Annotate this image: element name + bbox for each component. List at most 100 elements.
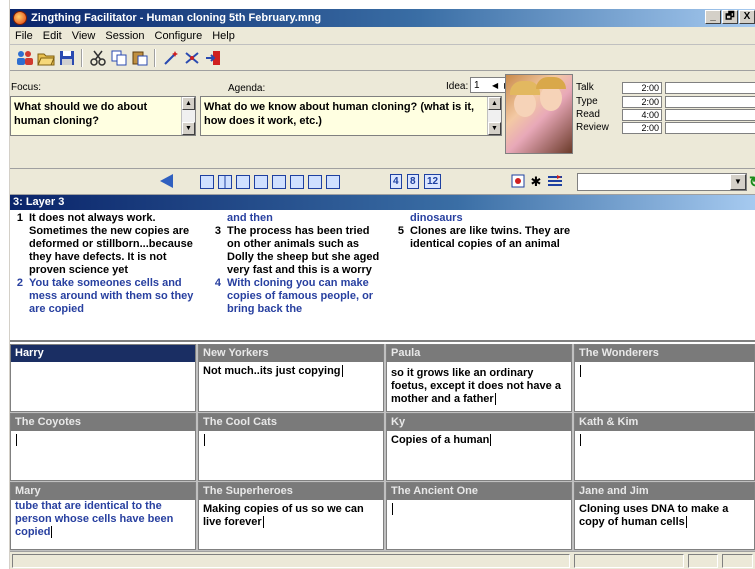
participant-name: Ky xyxy=(387,414,571,431)
idea-prev-arrow-icon[interactable]: ◀ xyxy=(489,81,501,90)
cut-icon[interactable] xyxy=(87,48,108,68)
participant-cell[interactable]: The Coyotes xyxy=(10,413,196,481)
menu-session[interactable]: Session xyxy=(100,30,149,42)
participant-text-wrap[interactable]: tube that are identical to the person wh… xyxy=(11,500,195,542)
menu-help[interactable]: Help xyxy=(207,30,240,42)
participant-text-wrap[interactable] xyxy=(11,431,195,450)
idea-text: With cloning you can make copies of famo… xyxy=(227,277,374,315)
open-icon[interactable] xyxy=(35,48,56,68)
back-arrow-icon[interactable] xyxy=(160,174,173,188)
idea-item[interactable]: 1 It does not always work. Sometimes the… xyxy=(14,212,199,277)
participant-text-wrap[interactable]: Not much..its just copying xyxy=(199,362,383,381)
status-panel xyxy=(722,554,753,568)
show-8-button[interactable]: 8 xyxy=(407,174,419,189)
exit-icon[interactable] xyxy=(202,48,223,68)
agenda-scrollbar[interactable]: ▲ ▼ xyxy=(487,97,501,135)
asterisk-icon[interactable]: ✱ xyxy=(528,174,544,190)
layout-2-icon[interactable] xyxy=(218,175,232,189)
menu-file[interactable]: File xyxy=(10,30,38,42)
participant-text[interactable] xyxy=(11,362,195,368)
layout-7-icon[interactable] xyxy=(308,175,322,189)
session-header: Focus: What should we do about human clo… xyxy=(10,71,755,169)
focus-textbox[interactable]: What should we do about human cloning? ▲… xyxy=(10,96,196,136)
layer-select[interactable]: ▼ xyxy=(577,173,747,191)
text-caret xyxy=(490,434,492,447)
scroll-up-arrow-icon[interactable]: ▲ xyxy=(182,97,195,110)
idea-item[interactable]: and then xyxy=(212,212,382,225)
show-12-button[interactable]: 12 xyxy=(424,174,442,189)
restore-button[interactable]: 🗗 xyxy=(722,10,738,24)
idea-item[interactable]: 5 Clones are like twins. They are identi… xyxy=(395,225,575,251)
participant-text: Not much..its just copying xyxy=(203,365,341,377)
timer-value[interactable]: 4:00 xyxy=(622,108,662,121)
idea-item[interactable]: dinosaurs xyxy=(395,212,575,225)
participant-cell[interactable]: The Wonderers xyxy=(574,344,755,412)
paste-icon[interactable] xyxy=(129,48,150,68)
text-caret xyxy=(392,503,393,516)
participant-text: Making copies of us so we can live forev… xyxy=(203,503,364,528)
participant-cell[interactable]: The Cool Cats xyxy=(198,413,384,481)
participant-text-wrap[interactable] xyxy=(575,362,754,381)
scroll-down-arrow-icon[interactable]: ▼ xyxy=(182,122,195,135)
menu-view[interactable]: View xyxy=(67,30,101,42)
idea-text: Clones are like twins. They are identica… xyxy=(410,225,571,250)
participant-name: New Yorkers xyxy=(199,345,383,362)
participant-text-wrap[interactable] xyxy=(199,431,383,450)
agenda-textbox[interactable]: What do we know about human cloning? (wh… xyxy=(200,96,502,136)
timer-value[interactable]: 2:00 xyxy=(622,121,662,134)
scroll-down-arrow-icon[interactable]: ▼ xyxy=(488,122,501,135)
participant-name: Jane and Jim xyxy=(575,483,754,500)
participant-text-wrap[interactable]: so it grows like an ordinary foetus, exc… xyxy=(387,362,571,409)
participant-text-wrap[interactable] xyxy=(575,431,754,450)
menu-edit[interactable]: Edit xyxy=(38,30,67,42)
participant-text-wrap[interactable]: Copies of a human xyxy=(387,431,571,450)
participant-name: The Cool Cats xyxy=(199,414,383,431)
idea-item[interactable]: 2 You take someones cells and mess aroun… xyxy=(14,277,199,316)
participant-cell[interactable]: Harry xyxy=(10,344,196,412)
idea-item[interactable]: 3 The process has been tried on other an… xyxy=(212,225,382,277)
participant-cell[interactable]: Ky Copies of a human xyxy=(386,413,572,481)
participant-cell[interactable]: Mary tube that are identical to the pers… xyxy=(10,482,196,550)
layout-5-icon[interactable] xyxy=(272,175,286,189)
timer-value[interactable]: 2:00 xyxy=(622,95,662,108)
participant-name: The Coyotes xyxy=(11,414,195,431)
timer-name: Review xyxy=(576,122,609,133)
layout-1-icon[interactable] xyxy=(200,175,214,189)
layout-8-icon[interactable] xyxy=(326,175,340,189)
menu-configure[interactable]: Configure xyxy=(150,30,208,42)
wand-icon[interactable] xyxy=(160,48,181,68)
participant-name: The Wonderers xyxy=(575,345,754,362)
idea-text: dinosaurs xyxy=(410,212,463,224)
participant-cell[interactable]: The Superheroes Making copies of us so w… xyxy=(198,482,384,550)
navigation-toolbar: 4 8 12 ✱ ▼ ↻ xyxy=(10,169,755,195)
minimize-button[interactable]: _ xyxy=(705,10,721,24)
participant-text-wrap[interactable] xyxy=(387,500,571,519)
copy-icon[interactable] xyxy=(108,48,129,68)
chevron-down-icon[interactable]: ▼ xyxy=(730,174,746,190)
participant-cell[interactable]: New Yorkers Not much..its just copying xyxy=(198,344,384,412)
participant-text-wrap[interactable]: Making copies of us so we can live forev… xyxy=(199,500,383,532)
participant-cell[interactable]: Paula so it grows like an ordinary foetu… xyxy=(386,344,572,412)
layout-4-icon[interactable] xyxy=(254,175,268,189)
timer-value[interactable]: 2:00 xyxy=(622,81,662,94)
layout-6-icon[interactable] xyxy=(290,175,304,189)
save-icon[interactable] xyxy=(56,48,77,68)
idea-item[interactable]: 4 With cloning you can make copies of fa… xyxy=(212,277,382,316)
shuffle-icon[interactable] xyxy=(181,48,202,68)
focus-scrollbar[interactable]: ▲ ▼ xyxy=(181,97,195,135)
close-button[interactable]: X xyxy=(739,10,755,24)
layout-3-icon[interactable] xyxy=(236,175,250,189)
people-icon[interactable] xyxy=(14,48,35,68)
refresh-icon[interactable]: ↻ xyxy=(749,173,755,191)
participant-text-wrap[interactable]: Cloning uses DNA to make a copy of human… xyxy=(575,500,754,532)
participant-cell[interactable]: Kath & Kim xyxy=(574,413,755,481)
participant-cell[interactable]: The Ancient One xyxy=(386,482,572,550)
record-icon[interactable] xyxy=(510,174,526,190)
scroll-up-arrow-icon[interactable]: ▲ xyxy=(488,97,501,110)
list-icon[interactable] xyxy=(547,174,563,190)
status-panel xyxy=(574,554,684,568)
show-4-button[interactable]: 4 xyxy=(390,174,402,189)
status-panel xyxy=(12,554,570,568)
text-caret xyxy=(494,393,496,406)
participant-cell[interactable]: Jane and Jim Cloning uses DNA to make a … xyxy=(574,482,755,550)
